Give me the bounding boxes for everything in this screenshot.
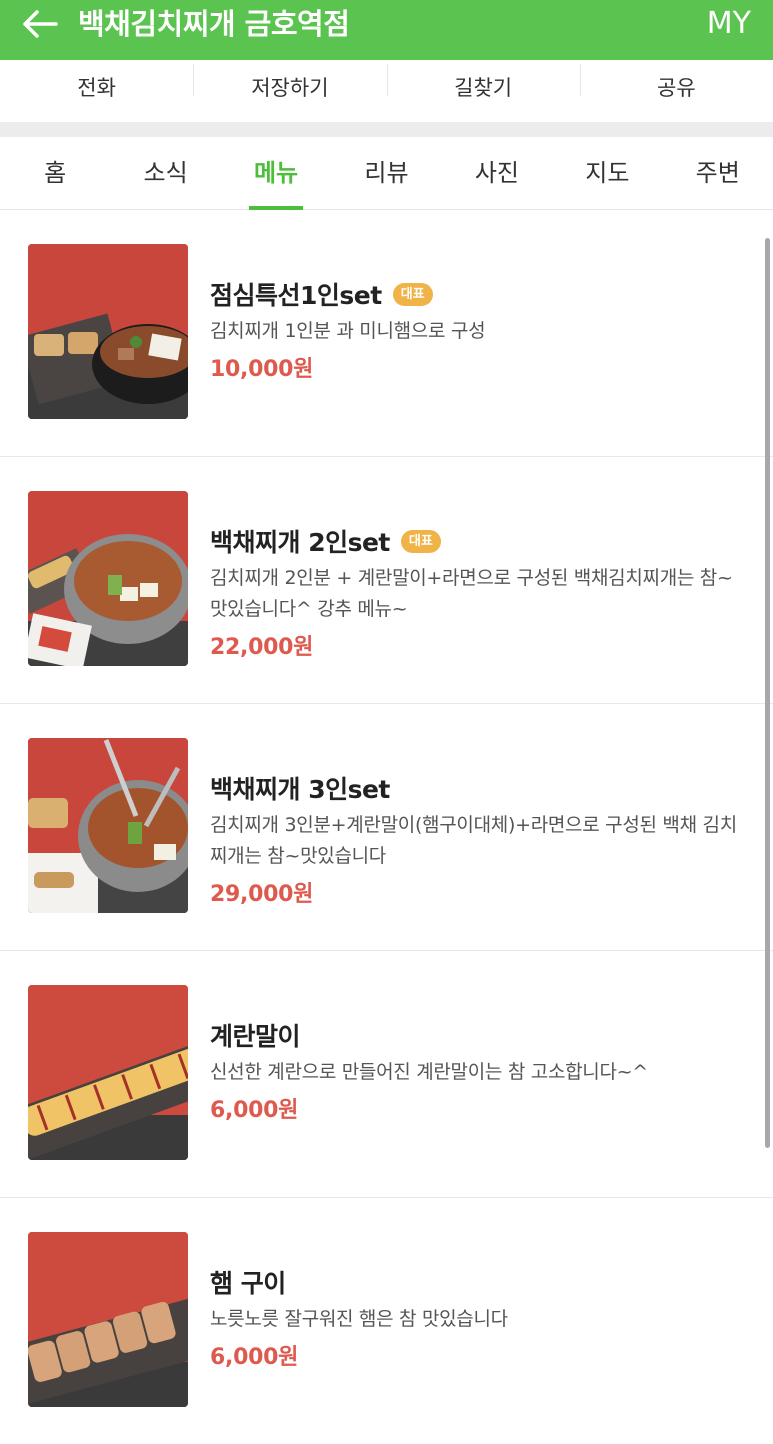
- menu-item-name: 햄 구이: [210, 1269, 286, 1298]
- menu-item-price: 22,000원: [210, 635, 314, 660]
- menu-item-description: 김치찌개 2인분 + 계란말이+라면으로 구성된 백채김치찌개는 참~ 맛있습니…: [210, 567, 733, 620]
- menu-item-name: 백채찌개 3인set: [210, 775, 390, 804]
- tab-photos[interactable]: 사진: [442, 137, 552, 209]
- menu-item-photo[interactable]: [28, 491, 188, 666]
- menu-item-description: 김치찌개 3인분+계란말이(햄구이대체)+라면으로 구성된 백채 김치찌개는 참…: [210, 814, 737, 867]
- menu-item[interactable]: 백채찌개 2인set 대표 김치찌개 2인분 + 계란말이+라면으로 구성된 백…: [0, 457, 773, 704]
- signature-badge: 대표: [392, 282, 433, 306]
- menu-item-description: 김치찌개 1인분 과 미니햄으로 구성: [210, 320, 486, 342]
- menu-item-photo[interactable]: [28, 738, 188, 913]
- menu-item[interactable]: 계란말이 신선한 계란으로 만들어진 계란말이는 참 고소합니다~^ 6,000…: [0, 951, 773, 1198]
- call-button[interactable]: 전화: [0, 60, 193, 122]
- tab-news[interactable]: 소식: [110, 137, 220, 209]
- menu-item-photo[interactable]: [28, 244, 188, 419]
- menu-item-photo[interactable]: [28, 1232, 188, 1407]
- tab-nearby[interactable]: 주변: [663, 137, 773, 209]
- top-bar: 백채김치찌개 금호역점 MY: [0, 0, 773, 60]
- signature-badge: 대표: [400, 529, 441, 553]
- tab-home[interactable]: 홈: [0, 137, 110, 209]
- section-divider: [0, 122, 773, 137]
- tab-reviews[interactable]: 리뷰: [331, 137, 441, 209]
- scrollbar[interactable]: [765, 238, 770, 1148]
- my-button[interactable]: MY: [707, 4, 751, 44]
- menu-item-price: 6,000원: [210, 1345, 299, 1370]
- tab-bar: 홈 소식 메뉴 리뷰 사진 지도 주변: [0, 137, 773, 210]
- menu-item-photo[interactable]: [28, 985, 188, 1160]
- tab-menu[interactable]: 메뉴: [221, 137, 331, 209]
- directions-button[interactable]: 길찾기: [386, 60, 580, 122]
- menu-item-price: 29,000원: [210, 882, 314, 907]
- menu-item-name: 점심특선1인set: [210, 281, 382, 310]
- page-title: 백채김치찌개 금호역점: [78, 7, 350, 41]
- save-button[interactable]: 저장하기: [193, 60, 386, 122]
- back-arrow-icon[interactable]: [20, 8, 60, 40]
- menu-item[interactable]: 백채찌개 3인set 김치찌개 3인분+계란말이(햄구이대체)+라면으로 구성된…: [0, 704, 773, 951]
- menu-item[interactable]: 햄 구이 노릇노릇 잘구워진 햄은 참 맛있습니다 6,000원: [0, 1198, 773, 1444]
- menu-list: 점심특선1인set 대표 김치찌개 1인분 과 미니햄으로 구성 10,000원: [0, 210, 773, 1444]
- menu-item-description: 신선한 계란으로 만들어진 계란말이는 참 고소합니다~^: [210, 1061, 648, 1083]
- menu-item-description: 노릇노릇 잘구워진 햄은 참 맛있습니다: [210, 1308, 508, 1330]
- menu-item-name: 계란말이: [210, 1022, 301, 1051]
- menu-item-price: 10,000원: [210, 357, 314, 382]
- menu-item[interactable]: 점심특선1인set 대표 김치찌개 1인분 과 미니햄으로 구성 10,000원: [0, 210, 773, 457]
- menu-item-price: 6,000원: [210, 1098, 299, 1123]
- action-bar: 전화 저장하기 길찾기 공유: [0, 60, 773, 122]
- tab-map[interactable]: 지도: [552, 137, 662, 209]
- share-button[interactable]: 공유: [579, 60, 773, 122]
- menu-item-name: 백채찌개 2인set: [210, 528, 390, 557]
